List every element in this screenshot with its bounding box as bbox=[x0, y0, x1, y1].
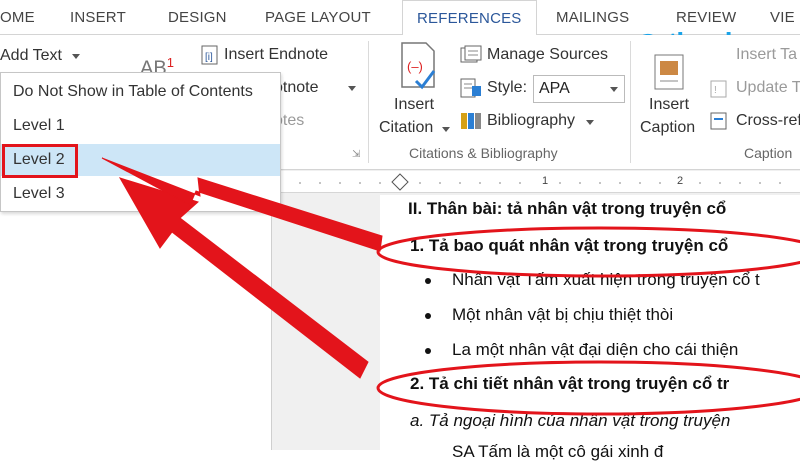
doc-bullet-item: Nhân vật Tấm xuất hiện trong truyện cổ t bbox=[452, 270, 760, 289]
svg-text:!: ! bbox=[714, 85, 717, 96]
doc-bullet-item: Một nhân vật bị chịu thiệt thòi bbox=[452, 305, 674, 324]
insert-table-of-figures-button[interactable]: Insert Ta bbox=[736, 46, 797, 64]
insert-caption-label-1[interactable]: Insert bbox=[649, 96, 689, 114]
insert-caption-label-2[interactable]: Caption bbox=[640, 119, 695, 137]
ruler-ticks bbox=[299, 173, 781, 191]
doc-bullet-item: La một nhân vật đại diện cho cái thiện bbox=[452, 340, 739, 359]
chevron-down-icon bbox=[442, 127, 450, 132]
endnote-icon: [i] bbox=[201, 45, 218, 65]
group-label-citations: Citations & Bibliography bbox=[409, 145, 558, 161]
bullet-icon bbox=[425, 313, 431, 319]
insert-endnote-button[interactable]: Insert Endnote bbox=[224, 46, 328, 64]
doc-partial-line: SA Tấm là một cô gái xinh đ bbox=[452, 442, 664, 461]
group-label-captions: Caption bbox=[744, 145, 793, 161]
horizontal-ruler: 1 2 bbox=[280, 171, 800, 193]
manage-sources-icon bbox=[460, 45, 482, 63]
chevron-down-icon bbox=[72, 54, 80, 59]
tab-design[interactable]: DESIGN bbox=[168, 9, 227, 26]
tab-mailings[interactable]: MAILINGS bbox=[556, 9, 629, 26]
tab-home[interactable]: OME bbox=[0, 9, 35, 26]
menu-item-level-1[interactable]: Level 1 bbox=[1, 110, 280, 142]
ruler-number: 2 bbox=[677, 175, 684, 187]
add-text-menu: Do Not Show in Table of Contents Level 1… bbox=[0, 72, 281, 212]
insert-caption-icon bbox=[654, 54, 684, 90]
insert-citation-label-1[interactable]: Insert bbox=[394, 96, 434, 114]
tab-page-layout[interactable]: PAGE LAYOUT bbox=[265, 9, 371, 26]
style-dropdown[interactable]: APA bbox=[533, 75, 625, 103]
doc-section-1: 1. Tả bao quát nhân vật trong truyện cổ bbox=[410, 236, 729, 255]
menu-item-level-3[interactable]: Level 3 bbox=[1, 178, 280, 210]
chevron-down-icon bbox=[586, 120, 594, 125]
insert-citation-label-2[interactable]: Citation bbox=[379, 119, 433, 137]
group-divider bbox=[630, 41, 631, 163]
bibliography-button[interactable]: Bibliography bbox=[487, 112, 575, 130]
chevron-down-icon bbox=[610, 87, 618, 92]
doc-section-2: 2. Tả chi tiết nhân vật trong truyện cổ … bbox=[410, 374, 730, 393]
chevron-down-icon bbox=[348, 86, 356, 91]
doc-heading: II. Thân bài: tả nhân vật trong truyện c… bbox=[408, 199, 727, 218]
insert-citation-icon: (–) bbox=[401, 42, 436, 90]
dialog-launcher-icon[interactable]: ⇲ bbox=[352, 149, 360, 160]
manage-sources-button[interactable]: Manage Sources bbox=[487, 46, 608, 64]
bibliography-icon bbox=[461, 113, 481, 129]
cross-reference-icon bbox=[710, 112, 727, 130]
menu-item-do-not-show[interactable]: Do Not Show in Table of Contents bbox=[1, 76, 280, 108]
style-icon bbox=[460, 78, 481, 98]
doc-subsection-a: a. Tả ngoại hình của nhân vật trong truy… bbox=[410, 411, 731, 430]
annotation-highlight-box bbox=[2, 144, 78, 178]
svg-text:(–): (–) bbox=[407, 59, 423, 74]
svg-text:[i]: [i] bbox=[205, 52, 213, 63]
update-table-icon: ! bbox=[710, 80, 727, 98]
indent-marker-icon[interactable] bbox=[391, 173, 409, 191]
add-text-button[interactable]: Add Text bbox=[0, 47, 62, 65]
group-divider bbox=[368, 41, 369, 163]
style-value: APA bbox=[539, 80, 570, 97]
bullet-icon bbox=[425, 278, 431, 284]
navigation-pane bbox=[0, 212, 272, 450]
update-table-button[interactable]: Update Ta bbox=[736, 79, 800, 97]
style-label: Style: bbox=[487, 79, 528, 96]
tab-references[interactable]: REFERENCES bbox=[402, 0, 537, 36]
bullet-icon bbox=[425, 348, 431, 354]
tab-insert[interactable]: INSERT bbox=[70, 9, 126, 26]
ruler-number: 1 bbox=[542, 175, 549, 187]
cross-reference-button[interactable]: Cross-ref bbox=[736, 112, 800, 130]
